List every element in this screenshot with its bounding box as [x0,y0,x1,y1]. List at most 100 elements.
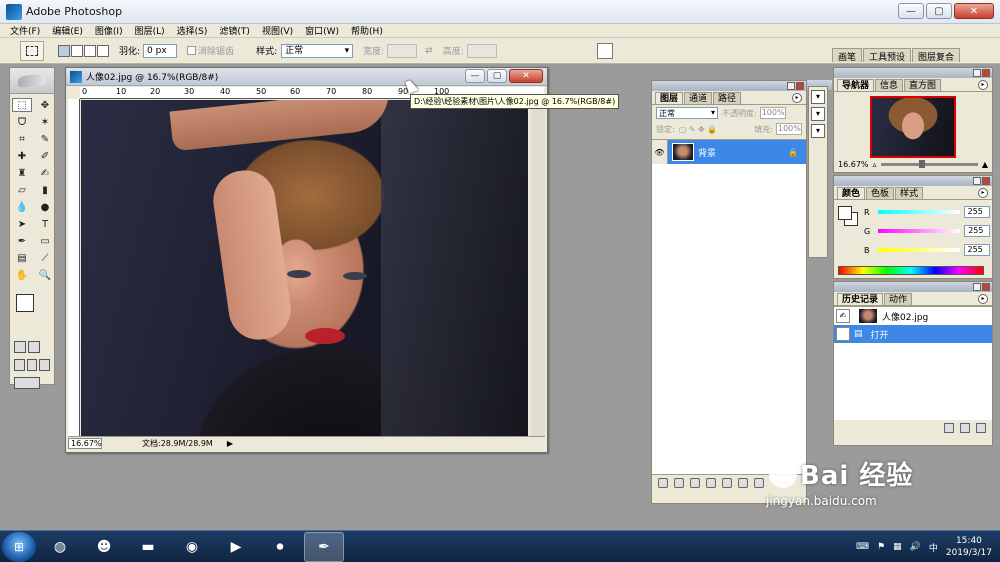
tab-actions[interactable]: 动作 [884,293,913,305]
brush-tool-icon[interactable]: ✐ [35,149,55,163]
menu-layer[interactable]: 图层(L) [135,24,165,37]
doc-minimize-button[interactable]: — [465,69,485,83]
feather-input[interactable]: 0 px [143,43,178,58]
taskbar-app-firefox-icon[interactable]: ◉ [172,532,212,562]
new-layer-icon[interactable] [738,478,748,488]
blue-slider[interactable] [877,248,960,252]
layer-row-background[interactable]: 👁 背景 🔒 [652,140,806,164]
history-snapshot[interactable]: ✍ 人像02.jpg [834,307,992,325]
palette-well-tool-presets[interactable]: 工具预设 [862,48,911,63]
healing-brush-icon[interactable]: ✚ [12,149,32,163]
visibility-eye-icon[interactable]: 👁 [652,140,668,164]
side-menu-icon[interactable]: ▾ [811,124,825,138]
doc-close-button[interactable]: ✕ [509,69,543,83]
zoom-in-icon[interactable]: ▲ [982,160,988,169]
maximize-button[interactable]: ▢ [926,3,952,19]
jump-to-imageready-icon[interactable] [14,377,40,389]
foreground-swatch[interactable] [838,206,852,220]
taskbar-app-photoshop-icon[interactable]: ✒ [304,531,344,562]
tray-network-icon[interactable]: ▦ [893,542,902,552]
document-title-bar[interactable]: 人像02.jpg @ 16.7%(RGB/8#) — ▢ ✕ [66,68,547,86]
marquee-tool-icon[interactable]: ⬚ [12,98,32,112]
slice-tool-icon[interactable]: ✎ [35,132,55,146]
palette-close-icon[interactable] [982,69,990,77]
image-canvas[interactable] [81,100,528,437]
navigator-zoom-value[interactable]: 16.67% [838,160,869,169]
tab-info[interactable]: 信息 [875,79,904,91]
standard-mode-icon[interactable] [14,341,26,353]
zoom-slider[interactable] [880,160,978,168]
red-value-input[interactable]: 255 [963,206,990,218]
type-tool-icon[interactable]: T [35,217,55,231]
history-brush-source-icon[interactable]: ✍ [836,309,850,323]
new-document-icon[interactable] [944,423,954,433]
camera-icon[interactable] [960,423,970,433]
menu-image[interactable]: 图像(I) [95,24,123,37]
menu-edit[interactable]: 编辑(E) [52,24,83,37]
vertical-scrollbar[interactable] [531,99,545,437]
navigator-preview[interactable] [870,96,956,158]
palette-menu-icon[interactable]: ▸ [792,93,802,103]
blur-tool-icon[interactable]: 💧 [12,200,32,214]
lock-icons[interactable]: ▢ ✎ ✥ 🔒 [679,125,718,134]
status-menu-arrow-icon[interactable]: ▶ [227,439,233,448]
menu-window[interactable]: 窗口(W) [305,24,339,37]
screen-mode-full-icon[interactable] [26,359,38,371]
height-input[interactable] [466,43,497,58]
palette-close-icon[interactable] [982,283,990,291]
palette-menu-icon[interactable]: ▸ [978,80,988,90]
adjustment-icon[interactable] [706,478,716,488]
tab-layers[interactable]: 图层 [655,92,684,104]
swap-icon[interactable]: ⇄ [425,46,433,56]
history-brush-icon[interactable]: ✍ [35,166,55,180]
antialias-checkbox[interactable] [187,46,197,55]
gradient-tool-icon[interactable]: ▮ [35,183,55,197]
eyedropper-icon[interactable]: ⟋ [35,251,55,265]
menu-filter[interactable]: 滤镜(T) [219,24,250,37]
taskbar-app-qq-icon[interactable]: ☻ [84,532,124,562]
menu-select[interactable]: 选择(S) [177,24,208,37]
minimize-button[interactable]: — [898,3,924,19]
link-icon[interactable] [658,478,668,488]
taskbar-app-media-icon[interactable]: ▶ [216,532,256,562]
palette-titlebar[interactable] [834,68,992,78]
quickmask-mode-icon[interactable] [28,341,40,353]
fill-input[interactable]: 100% [776,123,802,135]
eraser-tool-icon[interactable]: ▱ [12,183,32,197]
tray-keyboard-icon[interactable]: ⌨ [856,542,869,552]
tray-input-icon[interactable]: 中 [929,541,938,554]
palette-menu-icon[interactable]: ▸ [978,188,988,198]
tab-styles[interactable]: 样式 [895,187,924,199]
zoom-tool-icon[interactable]: 🔍 [35,268,55,282]
palette-titlebar[interactable] [834,176,992,186]
hand-tool-icon[interactable]: ✋ [12,268,32,282]
clone-stamp-icon[interactable]: ♜ [12,166,32,180]
dodge-tool-icon[interactable]: ● [35,200,55,214]
tab-paths[interactable]: 路径 [713,92,742,104]
doc-maximize-button[interactable]: ▢ [487,69,507,83]
palette-minimize-icon[interactable] [973,283,981,291]
tray-flag-icon[interactable]: ⚑ [877,542,885,552]
tool-preset-picker[interactable] [20,40,44,61]
taskbar-app-360-icon[interactable]: ◍ [40,532,80,562]
pen-tool-icon[interactable]: ✒ [12,234,32,248]
palette-minimize-icon[interactable] [973,177,981,185]
tab-color[interactable]: 颜色 [837,187,866,199]
palette-well-brushes[interactable]: 画笔 [831,48,862,63]
palette-menu-icon[interactable]: ▸ [978,294,988,304]
add-selection-button[interactable] [71,44,83,57]
folder-icon[interactable] [722,478,732,488]
history-brush-source-icon[interactable] [836,327,850,341]
menu-help[interactable]: 帮助(H) [351,24,383,37]
tab-history[interactable]: 历史记录 [837,293,884,305]
screen-mode-standard-icon[interactable] [14,359,25,371]
side-menu-icon[interactable]: ▾ [811,90,825,104]
palette-minimize-icon[interactable] [787,82,795,90]
new-selection-button[interactable] [58,44,70,57]
tray-clock[interactable]: 15:40 2019/3/17 [946,535,992,559]
path-select-icon[interactable]: ➤ [12,217,32,231]
foreground-color[interactable] [16,294,34,312]
subtract-selection-button[interactable] [84,44,96,57]
tray-volume-icon[interactable]: 🔊 [910,542,921,552]
blend-mode-select[interactable]: 正常 ▾ [656,107,718,119]
